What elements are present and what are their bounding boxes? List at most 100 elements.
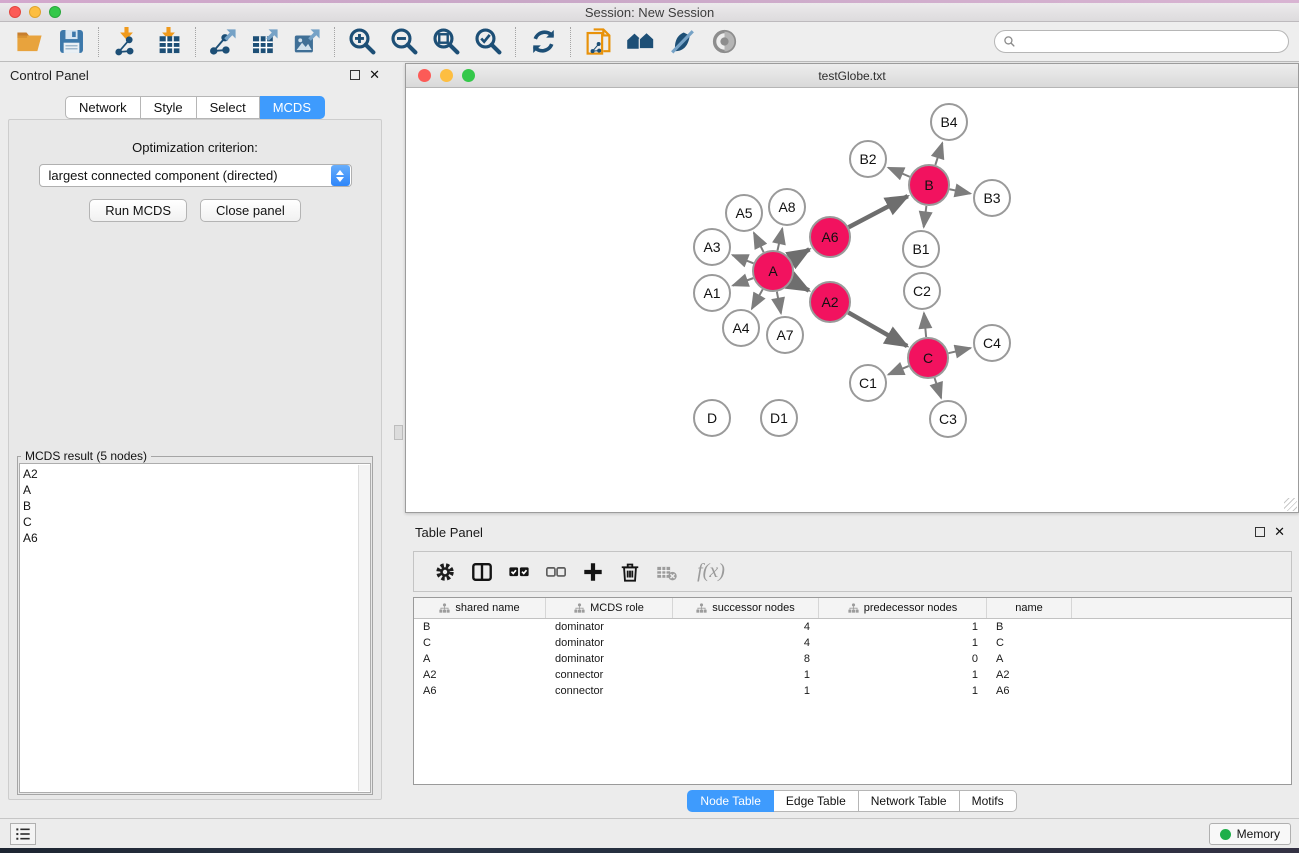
node-C[interactable]: C bbox=[908, 338, 948, 378]
select-checkboxes-button[interactable] bbox=[500, 557, 537, 587]
edge-A-A4[interactable] bbox=[752, 289, 763, 309]
node-A5[interactable]: A5 bbox=[726, 195, 762, 231]
mcds-result-item[interactable]: A2 bbox=[23, 466, 370, 482]
refresh-button[interactable] bbox=[522, 25, 564, 59]
node-C1[interactable]: C1 bbox=[850, 365, 886, 401]
node-C4[interactable]: C4 bbox=[974, 325, 1010, 361]
zoom-out-button[interactable] bbox=[383, 25, 425, 59]
gear-button[interactable] bbox=[426, 557, 463, 587]
edge-A-A6[interactable] bbox=[791, 249, 809, 260]
tab-network[interactable]: Network bbox=[65, 96, 141, 119]
node-C2[interactable]: C2 bbox=[904, 273, 940, 309]
edge-C-C1[interactable] bbox=[888, 366, 908, 374]
node-A4[interactable]: A4 bbox=[723, 310, 759, 346]
search-field[interactable] bbox=[994, 30, 1289, 53]
tab-style[interactable]: Style bbox=[141, 96, 197, 119]
memory-button[interactable]: Memory bbox=[1209, 823, 1291, 845]
tab-node-table[interactable]: Node Table bbox=[687, 790, 774, 812]
split-pane-handle[interactable] bbox=[394, 425, 403, 440]
edge-B-B1[interactable] bbox=[924, 206, 927, 227]
scrollbar[interactable] bbox=[358, 465, 370, 791]
column-header-predecessor-nodes[interactable]: predecessor nodes bbox=[819, 598, 987, 618]
close-panel-icon[interactable]: ✕ bbox=[369, 70, 380, 80]
node-B4[interactable]: B4 bbox=[931, 104, 967, 140]
export-table-button[interactable] bbox=[244, 25, 286, 59]
node-A7[interactable]: A7 bbox=[767, 317, 803, 353]
annotations-button[interactable] bbox=[661, 25, 703, 59]
edge-A-A8[interactable] bbox=[777, 228, 782, 250]
table-row[interactable]: Cdominator41C bbox=[414, 635, 1291, 651]
table-row[interactable]: Bdominator41B bbox=[414, 619, 1291, 635]
zoom-selected-button[interactable] bbox=[467, 25, 509, 59]
column-header-MCDS-role[interactable]: MCDS role bbox=[546, 598, 673, 618]
edge-A-A1[interactable] bbox=[733, 278, 754, 285]
edge-A-A2[interactable] bbox=[791, 281, 808, 291]
node-A8[interactable]: A8 bbox=[769, 189, 805, 225]
tab-edge-table[interactable]: Edge Table bbox=[774, 790, 859, 812]
edge-C-C2[interactable] bbox=[924, 313, 926, 337]
edge-A-A7[interactable] bbox=[777, 292, 781, 314]
zoom-fit-button[interactable] bbox=[425, 25, 467, 59]
mcds-result-item[interactable]: A bbox=[23, 482, 370, 498]
mcds-result-item[interactable]: B bbox=[23, 498, 370, 514]
export-network-button[interactable] bbox=[202, 25, 244, 59]
column-header-successor-nodes[interactable]: successor nodes bbox=[673, 598, 819, 618]
node-B2[interactable]: B2 bbox=[850, 141, 886, 177]
tab-select[interactable]: Select bbox=[197, 96, 260, 119]
resize-grip[interactable] bbox=[1284, 498, 1297, 511]
edge-B-B2[interactable] bbox=[888, 168, 909, 177]
node-table[interactable]: shared nameMCDS rolesuccessor nodesprede… bbox=[413, 597, 1292, 785]
eye-button[interactable] bbox=[703, 25, 745, 59]
search-input[interactable] bbox=[1021, 35, 1288, 49]
tab-motifs[interactable]: Motifs bbox=[960, 790, 1017, 812]
mcds-result-item[interactable]: C bbox=[23, 514, 370, 530]
edge-B-B4[interactable] bbox=[935, 143, 942, 165]
node-D1[interactable]: D1 bbox=[761, 400, 797, 436]
network-window-titlebar[interactable]: testGlobe.txt bbox=[406, 64, 1298, 88]
import-network-button[interactable] bbox=[105, 25, 147, 59]
network-canvas[interactable]: AA1A2A3A4A5A6A7A8BB1B2B3B4CC1C2C3C4DD1 bbox=[406, 88, 1298, 512]
table-row[interactable]: A2connector11A2 bbox=[414, 667, 1291, 683]
delete-column-button[interactable] bbox=[611, 557, 648, 587]
import-table-button[interactable] bbox=[147, 25, 189, 59]
close-panel-button[interactable]: Close panel bbox=[200, 199, 301, 222]
add-column-button[interactable] bbox=[574, 557, 611, 587]
close-table-panel-icon[interactable]: ✕ bbox=[1274, 527, 1285, 537]
edge-B-B3[interactable] bbox=[950, 189, 971, 193]
task-history-button[interactable] bbox=[10, 823, 36, 845]
save-button[interactable] bbox=[50, 25, 92, 59]
node-A[interactable]: A bbox=[753, 251, 793, 291]
float-table-panel-icon[interactable] bbox=[1255, 527, 1265, 537]
run-mcds-button[interactable]: Run MCDS bbox=[89, 199, 187, 222]
node-B1[interactable]: B1 bbox=[903, 231, 939, 267]
zoom-in-button[interactable] bbox=[341, 25, 383, 59]
edge-A-A5[interactable] bbox=[754, 233, 764, 253]
node-A2[interactable]: A2 bbox=[810, 282, 850, 322]
edge-A2-C[interactable] bbox=[848, 312, 907, 346]
edge-C-C4[interactable] bbox=[948, 348, 970, 353]
float-panel-icon[interactable] bbox=[350, 70, 360, 80]
node-B3[interactable]: B3 bbox=[974, 180, 1010, 216]
tab-mcds[interactable]: MCDS bbox=[260, 96, 325, 119]
optimization-criterion-select[interactable]: largest connected component (directed) bbox=[39, 164, 352, 187]
node-D[interactable]: D bbox=[694, 400, 730, 436]
mcds-result-item[interactable]: A6 bbox=[23, 530, 370, 546]
copy-document-button[interactable] bbox=[577, 25, 619, 59]
column-header-name[interactable]: name bbox=[987, 598, 1072, 618]
open-folder-button[interactable] bbox=[8, 25, 50, 59]
node-A6[interactable]: A6 bbox=[810, 217, 850, 257]
edge-C-C3[interactable] bbox=[935, 378, 942, 398]
node-C3[interactable]: C3 bbox=[930, 401, 966, 437]
table-row[interactable]: Adominator80A bbox=[414, 651, 1291, 667]
node-A1[interactable]: A1 bbox=[694, 275, 730, 311]
table-row[interactable]: A6connector11A6 bbox=[414, 683, 1291, 699]
deselect-checkboxes-button[interactable] bbox=[537, 557, 574, 587]
tab-network-table[interactable]: Network Table bbox=[859, 790, 960, 812]
mcds-result-list[interactable]: A2ABCA6 bbox=[19, 463, 371, 793]
node-B[interactable]: B bbox=[909, 165, 949, 205]
home-button[interactable] bbox=[619, 25, 661, 59]
column-header-shared-name[interactable]: shared name bbox=[414, 598, 546, 618]
edge-A6-B[interactable] bbox=[849, 196, 908, 227]
edge-A-A3[interactable] bbox=[732, 255, 753, 263]
split-columns-button[interactable] bbox=[463, 557, 500, 587]
